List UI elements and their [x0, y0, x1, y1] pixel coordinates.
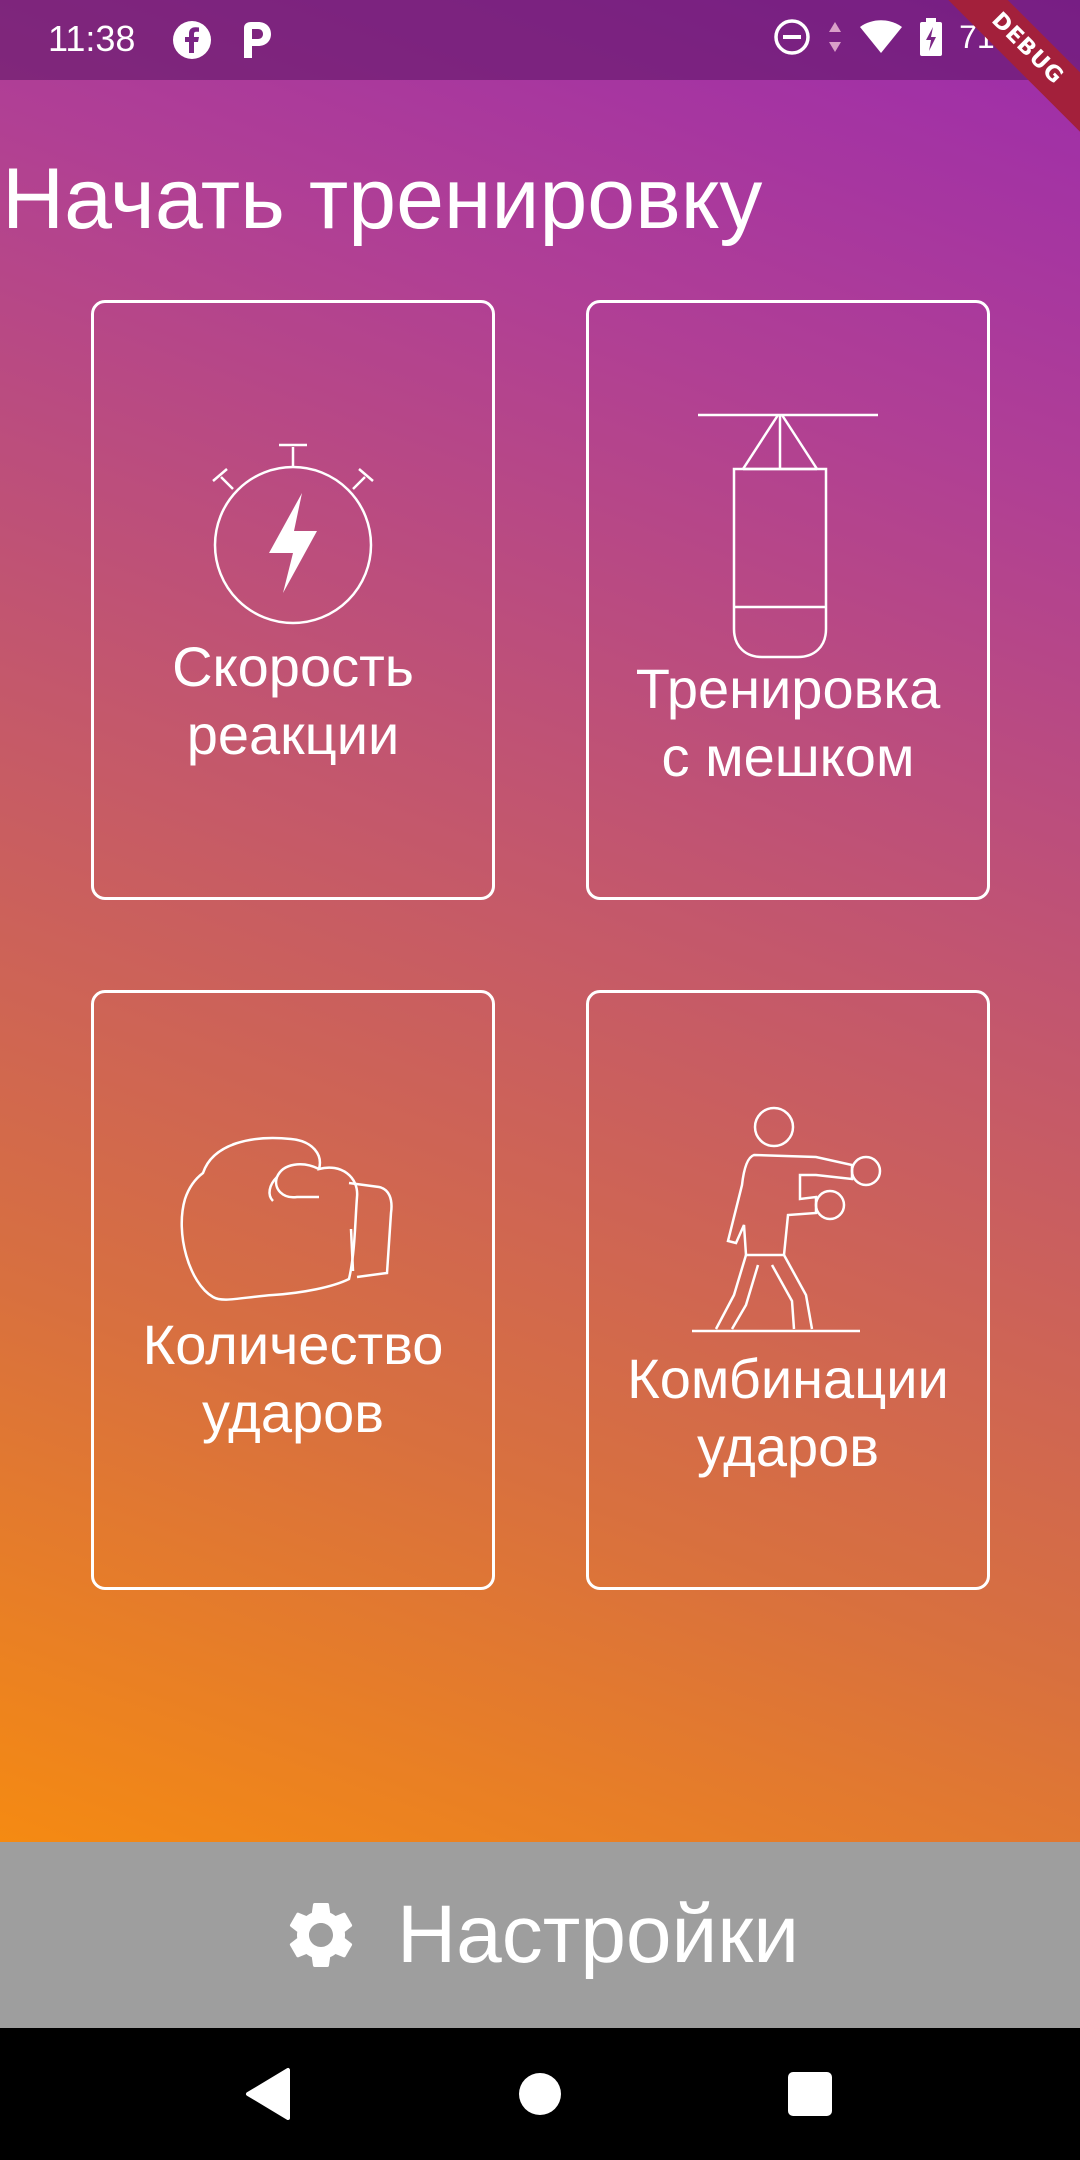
- back-icon[interactable]: [244, 2066, 292, 2122]
- tile-label-line1: Комбинации: [627, 1347, 949, 1410]
- tile-reaction-speed[interactable]: Скорость реакции: [91, 300, 495, 900]
- tile-label-line2: ударов: [202, 1381, 384, 1444]
- do-not-disturb-icon: [774, 19, 810, 55]
- status-time: 11:38: [48, 18, 136, 59]
- system-navigation-bar: [0, 2028, 1080, 2160]
- page-title: Начать тренировку: [2, 151, 763, 247]
- boxing-glove-icon: [180, 1136, 393, 1301]
- tile-label-line1: Скорость: [172, 635, 414, 698]
- settings-label: Настройки: [396, 1889, 800, 1980]
- tile-punch-combinations[interactable]: Комбинации ударов: [586, 990, 990, 1590]
- tile-label-line2: реакции: [186, 703, 400, 766]
- battery-charging-icon: [920, 18, 943, 56]
- boxer-icon: [692, 1106, 882, 1333]
- tile-label: Тренировка с мешком: [589, 655, 987, 791]
- tile-punch-count[interactable]: Количество ударов: [91, 990, 495, 1590]
- status-bar: 11:38 71 %: [0, 0, 1080, 80]
- tile-label: Скорость реакции: [94, 633, 492, 769]
- gear-icon: [289, 1903, 353, 1967]
- home-icon[interactable]: [516, 2066, 564, 2122]
- stopwatch-lightning-icon: [212, 443, 374, 625]
- settings-button[interactable]: Настройки: [0, 1842, 1080, 2028]
- status-left-icons: [172, 20, 274, 60]
- tile-label-line1: Количество: [142, 1313, 444, 1376]
- tile-label: Комбинации ударов: [589, 1345, 987, 1481]
- tile-label-line1: Тренировка: [635, 657, 941, 720]
- punching-bag-icon: [698, 413, 878, 659]
- tile-label-line2: ударов: [697, 1415, 879, 1478]
- recents-icon[interactable]: [786, 2066, 834, 2122]
- facebook-icon: [173, 21, 211, 59]
- tile-label: Количество ударов: [94, 1311, 492, 1447]
- data-arrows-icon: [829, 22, 842, 52]
- p-app-icon: [244, 22, 271, 58]
- tile-bag-training[interactable]: Тренировка с мешком: [586, 300, 990, 900]
- tile-label-line2: с мешком: [661, 725, 915, 788]
- wifi-icon: [860, 20, 903, 53]
